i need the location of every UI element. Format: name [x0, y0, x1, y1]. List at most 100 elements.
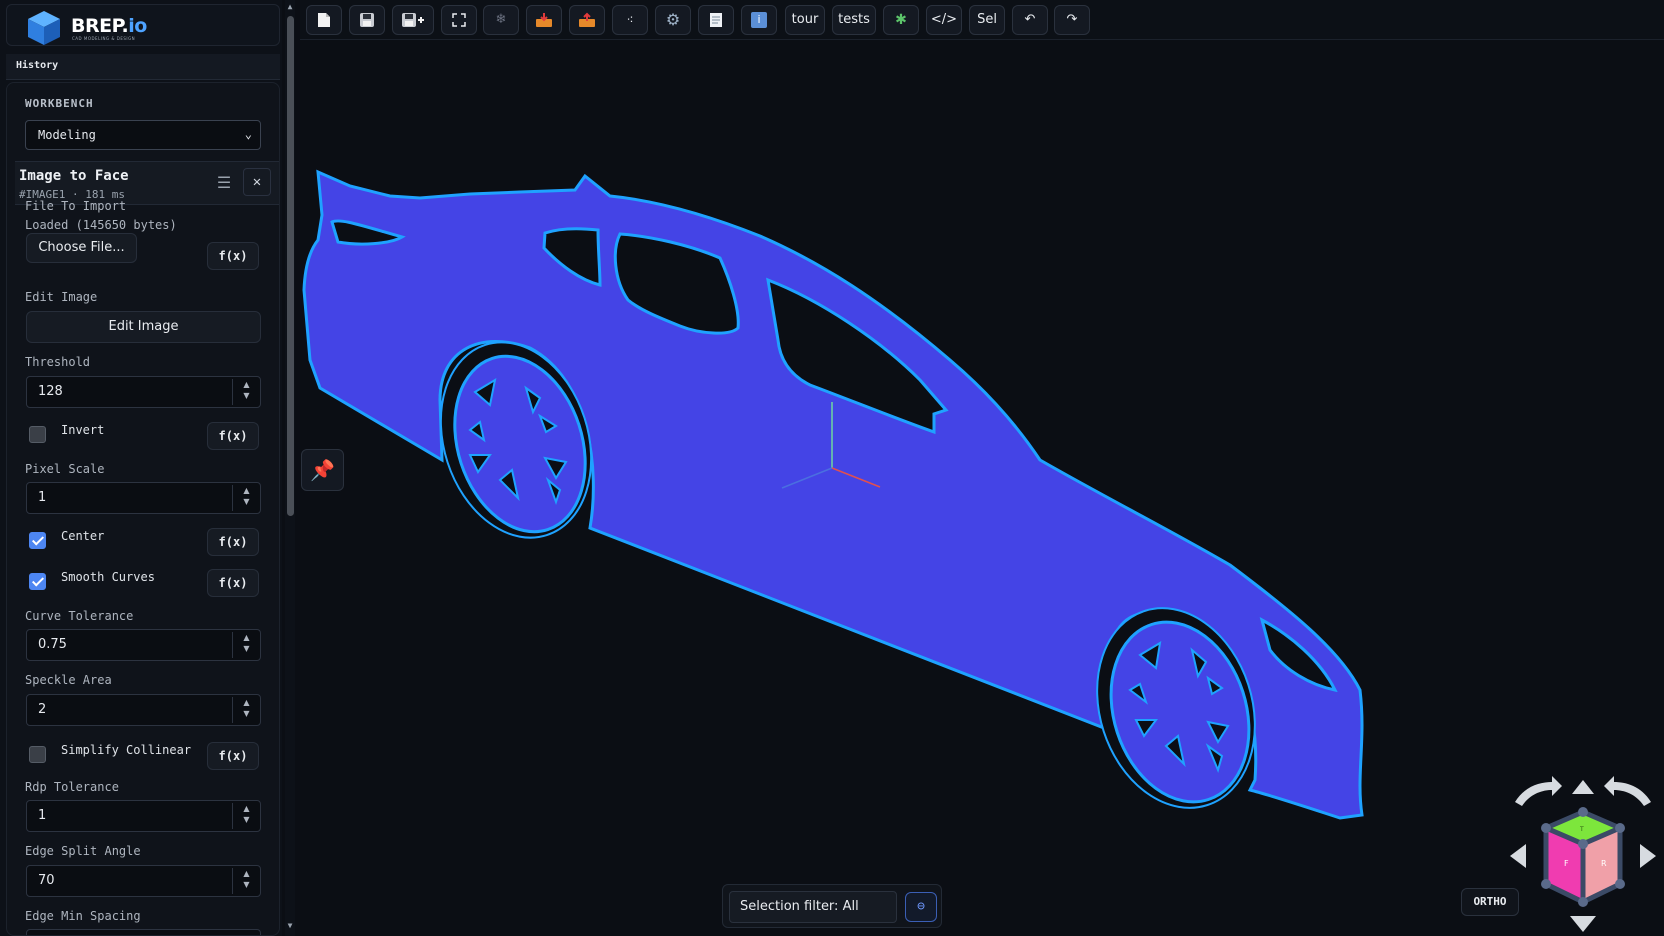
settings-button[interactable]: ⚙ — [655, 5, 691, 35]
points-button[interactable]: ⁖ — [612, 5, 648, 35]
rdp-tolerance-value: 1 — [38, 808, 47, 823]
sidebar-scrollbar[interactable]: ▲ ▼ — [285, 0, 295, 936]
code-button[interactable]: </> — [926, 5, 962, 35]
save-button[interactable] — [349, 5, 385, 35]
speckle-area-input[interactable]: 2 ▲ ▼ — [26, 694, 261, 726]
save-as-button[interactable] — [392, 5, 434, 35]
redo-button[interactable]: ↷ — [1054, 5, 1090, 35]
rdp-tolerance-input[interactable]: 1 ▲ ▼ — [26, 800, 261, 832]
export-button[interactable] — [569, 5, 605, 35]
save-icon — [360, 13, 374, 27]
snowflake-icon: ❄ — [495, 12, 507, 27]
toolbar: ❄ ⁖ ⚙ i tour tests ✱ </> Sel ↶ ↷ — [300, 0, 1664, 40]
selection-filter-bar: Selection filter: All ⊖ — [722, 884, 942, 928]
edge-split-angle-value: 70 — [38, 873, 55, 888]
pixel-scale-input[interactable]: 1 ▲ ▼ — [26, 482, 261, 514]
scroll-down-arrow-icon[interactable]: ▼ — [285, 921, 295, 930]
workbench-label: WORKBENCH — [25, 97, 94, 110]
arrow-right-icon[interactable] — [1640, 844, 1656, 868]
center-checkbox[interactable] — [29, 532, 46, 549]
feature-title: Image to Face — [19, 168, 129, 184]
export-icon — [579, 12, 595, 27]
bug-icon: ✱ — [895, 12, 907, 28]
info-icon: i — [751, 12, 767, 28]
file-import-label: File To Import — [25, 199, 127, 213]
import-button[interactable] — [526, 5, 562, 35]
speckle-area-value: 2 — [38, 702, 47, 717]
pushpin-icon: 📌 — [310, 458, 335, 482]
fit-view-icon — [452, 13, 466, 27]
smooth-curves-label: Smooth Curves — [61, 570, 155, 584]
debug-button[interactable]: ✱ — [883, 5, 919, 35]
sidebar: BREP.io CAD MODELING & DESIGN History WO… — [0, 0, 282, 936]
invert-label: Invert — [61, 423, 105, 437]
new-file-button[interactable] — [306, 5, 342, 35]
view-navigation-cube[interactable]: F R T — [1508, 772, 1658, 932]
pixel-scale-stepper[interactable]: ▲ ▼ — [232, 485, 260, 511]
smooth-curves-checkbox[interactable] — [29, 573, 46, 590]
minus-circle-icon: ⊖ — [917, 899, 925, 914]
curve-tolerance-label: Curve Tolerance — [25, 609, 134, 623]
clear-selection-button[interactable]: ⊖ — [905, 892, 937, 922]
pixel-scale-label: Pixel Scale — [25, 462, 105, 476]
arrow-down-icon[interactable] — [1570, 916, 1596, 932]
fx-button-invert[interactable]: f(x) — [207, 422, 259, 450]
threshold-input[interactable]: 128 ▲ ▼ — [26, 376, 261, 408]
fx-button-center[interactable]: f(x) — [207, 528, 259, 556]
pin-panel-button[interactable]: 📌 — [301, 449, 344, 491]
center-label: Center — [61, 529, 105, 543]
cube-right-label: R — [1601, 859, 1607, 868]
rdp-tolerance-stepper[interactable]: ▲ ▼ — [232, 803, 260, 829]
cube-front-label: F — [1564, 859, 1569, 868]
notes-button[interactable] — [698, 5, 734, 35]
feature-panel: WORKBENCH Modeling ⌄ Image to Face #IMAG… — [6, 82, 280, 936]
threshold-value: 128 — [38, 384, 63, 399]
save-as-icon — [402, 13, 424, 27]
snowflake-button[interactable]: ❄ — [483, 5, 519, 35]
close-icon[interactable]: ✕ — [243, 168, 271, 196]
sel-button[interactable]: Sel — [969, 5, 1005, 35]
selection-filter-select[interactable]: Selection filter: All — [729, 891, 897, 923]
scroll-thumb[interactable] — [287, 16, 294, 516]
edit-image-label: Edit Image — [25, 290, 98, 304]
arrow-up-icon[interactable] — [1572, 780, 1594, 794]
fx-button-smooth-curves[interactable]: f(x) — [207, 569, 259, 597]
rdp-tolerance-label: Rdp Tolerance — [25, 780, 119, 794]
threshold-stepper[interactable]: ▲ ▼ — [232, 379, 260, 405]
fx-button-file[interactable]: f(x) — [207, 242, 259, 270]
curve-tolerance-stepper[interactable]: ▲ ▼ — [232, 632, 260, 658]
edge-split-angle-input[interactable]: 70 ▲ ▼ — [26, 865, 261, 897]
hamburger-menu-icon[interactable]: ☰ — [211, 170, 237, 196]
tour-button[interactable]: tour — [785, 5, 825, 35]
simplify-collinear-label: Simplify Collinear — [61, 743, 192, 757]
curve-tolerance-input[interactable]: 0.75 ▲ ▼ — [26, 629, 261, 661]
scroll-up-arrow-icon[interactable]: ▲ — [285, 2, 295, 11]
fit-view-button[interactable] — [441, 5, 477, 35]
rotate-right-arrow-icon[interactable] — [1604, 776, 1651, 806]
invert-checkbox[interactable] — [29, 426, 46, 443]
speckle-area-label: Speckle Area — [25, 673, 112, 687]
workbench-selected-value: Modeling — [38, 128, 96, 142]
rotate-left-arrow-icon[interactable] — [1515, 776, 1562, 806]
chevron-down-icon: ⌄ — [244, 127, 252, 141]
3d-viewport[interactable] — [300, 40, 1664, 936]
edge-min-spacing-label: Edge Min Spacing — [25, 909, 141, 923]
tests-button[interactable]: tests — [832, 5, 876, 35]
arrow-left-icon[interactable] — [1510, 844, 1526, 868]
undo-button[interactable]: ↶ — [1012, 5, 1048, 35]
workbench-select[interactable]: Modeling ⌄ — [25, 120, 261, 150]
history-header[interactable]: History — [6, 54, 280, 80]
car-face-model[interactable] — [300, 40, 1664, 936]
simplify-collinear-checkbox[interactable] — [29, 746, 46, 763]
fx-button-simplify-collinear[interactable]: f(x) — [207, 742, 259, 770]
edge-split-angle-label: Edge Split Angle — [25, 844, 141, 858]
edge-min-spacing-input[interactable] — [26, 929, 261, 935]
info-button[interactable]: i — [741, 5, 777, 35]
edit-image-button[interactable]: Edit Image — [26, 311, 261, 343]
choose-file-button[interactable]: Choose File... — [26, 233, 137, 263]
edge-split-angle-stepper[interactable]: ▲ ▼ — [232, 868, 260, 894]
cube-top-label: T — [1579, 826, 1584, 833]
points-icon: ⁖ — [626, 13, 634, 27]
speckle-area-stepper[interactable]: ▲ ▼ — [232, 697, 260, 723]
logo-bar: BREP.io CAD MODELING & DESIGN — [6, 4, 280, 46]
